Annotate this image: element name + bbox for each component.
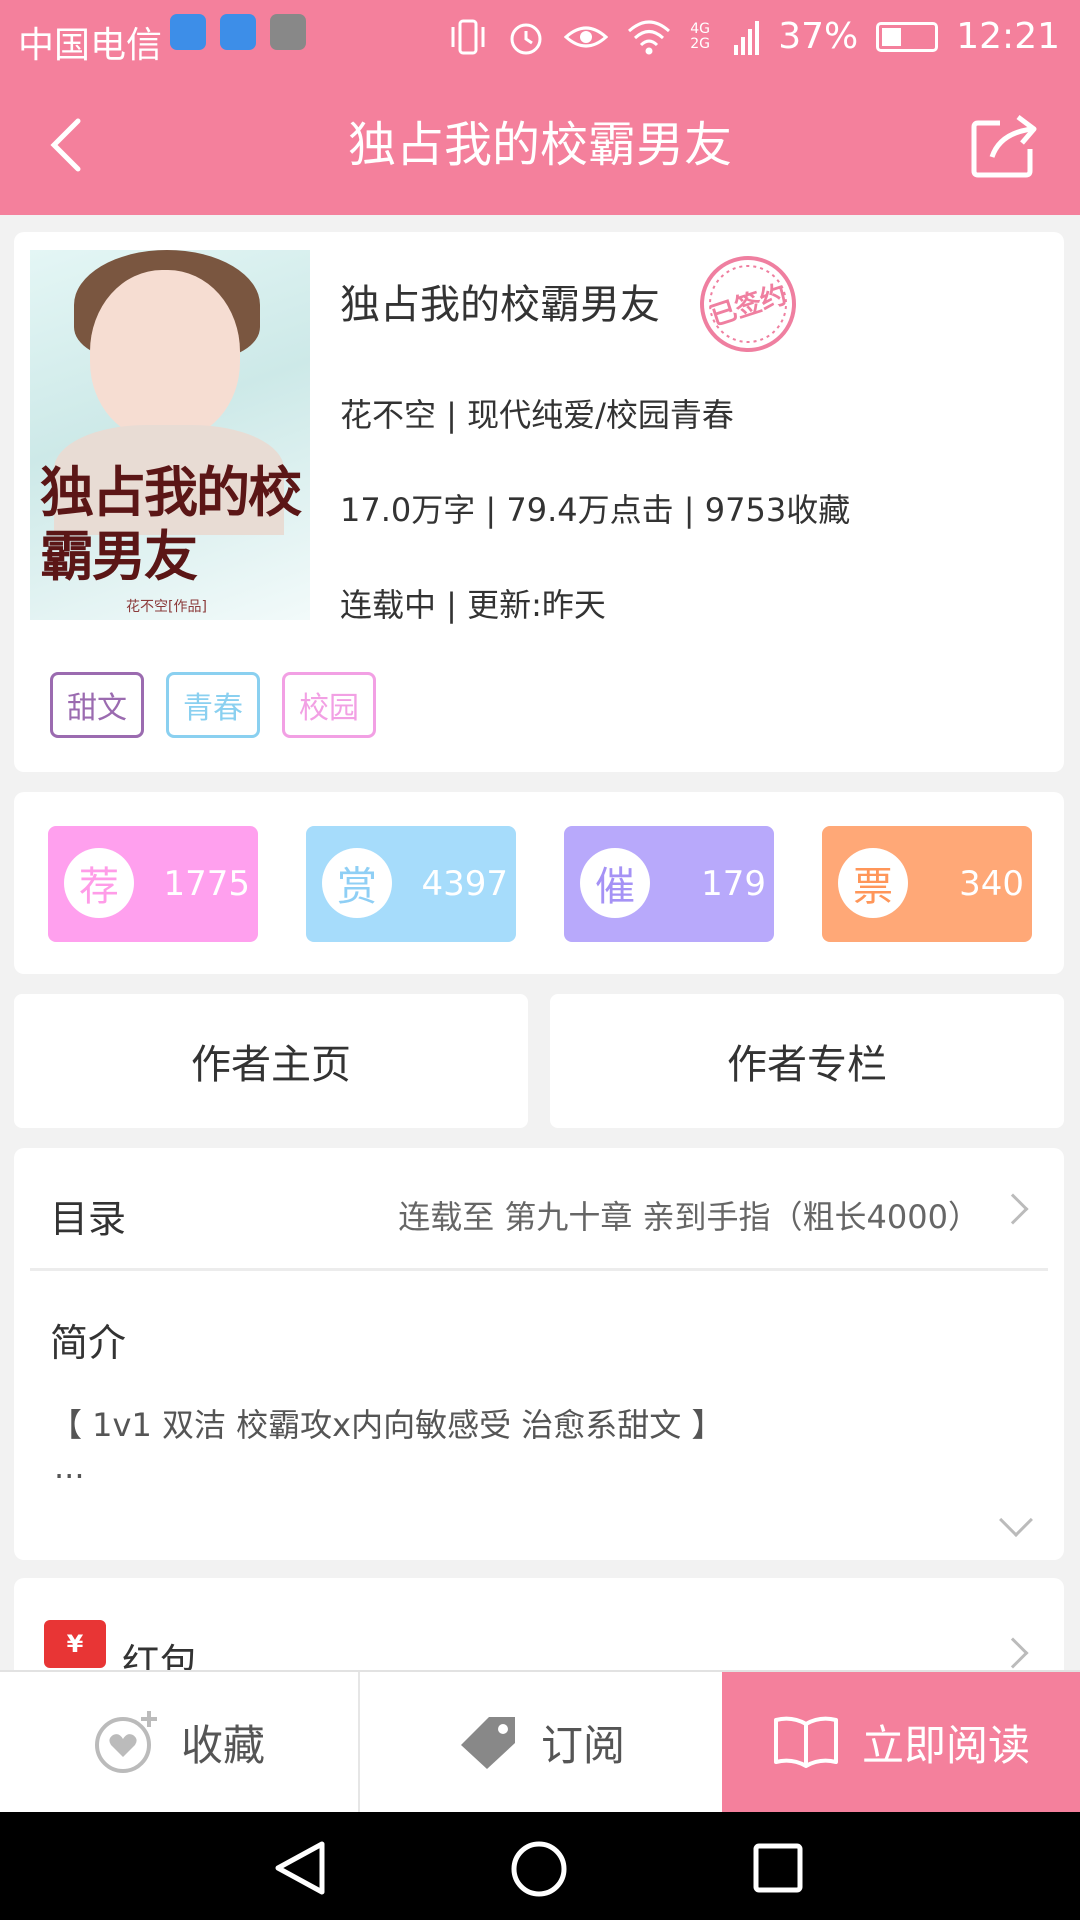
vote-button[interactable]: 票 340 [822, 826, 1032, 942]
chevron-right-icon [997, 1637, 1029, 1669]
page-title: 独占我的校霸男友 [347, 117, 732, 173]
signed-stamp-icon: 已签约 [700, 256, 796, 352]
book-info-card: 独占我的校霸男友 花不空[作品] 独占我的校霸男友 已签约 花不空 | 现代纯爱… [14, 232, 1064, 772]
tag-campus[interactable]: 校园 [282, 672, 376, 738]
vibrate-icon [451, 19, 485, 54]
favorite-button[interactable]: 收藏 [0, 1672, 358, 1812]
status-right: 4G 2G 37% 12:21 [448, 16, 1060, 57]
open-book-icon [773, 1716, 838, 1768]
chevron-right-icon [997, 1193, 1029, 1225]
signal-icon [734, 20, 760, 55]
app-notification-icon [220, 14, 256, 50]
reward-icon: 赏 [322, 848, 392, 918]
battery-icon [876, 21, 939, 52]
book-cover[interactable]: 独占我的校霸男友 花不空[作品] [30, 250, 310, 620]
red-packet-icon: ¥ [44, 1620, 106, 1668]
system-nav-bar [0, 1812, 1080, 1920]
favorite-label: 收藏 [180, 1720, 265, 1770]
toc-latest-chapter: 连载至 第九十章 亲到手指（粗长4000） [398, 1198, 980, 1236]
hotspot-icon [170, 14, 206, 50]
tag-youth[interactable]: 青春 [166, 672, 260, 738]
clock: 12:21 [956, 16, 1060, 57]
cover-art-face [90, 270, 240, 440]
status-bar: 中国电信 4G 2G 37% 12:21 [0, 0, 1080, 75]
tag-label: 甜文 [67, 691, 127, 726]
author-column-button[interactable]: 作者专栏 [550, 994, 1064, 1128]
intro-label: 简介 [50, 1321, 127, 1365]
cover-title: 独占我的校霸男友 [40, 460, 302, 588]
tag-label: 青春 [183, 691, 243, 726]
divider [30, 1268, 1048, 1271]
nav-back-icon[interactable] [272, 1840, 328, 1896]
tag-list: 甜文 青春 校园 [50, 672, 376, 738]
bottom-action-bar: 收藏 订阅 立即阅读 [0, 1670, 1080, 1812]
tag-label: 校园 [299, 691, 359, 726]
heart-plus-icon [94, 1711, 157, 1773]
vote-icon: 票 [838, 848, 908, 918]
alarm-icon [510, 23, 542, 54]
app-header: 独占我的校霸男友 [0, 75, 1080, 215]
vote-count: 340 [959, 864, 1024, 904]
gallery-icon [270, 14, 306, 50]
battery-level [882, 27, 902, 46]
cover-author: 花不空[作品] [126, 599, 207, 615]
nav-home-icon[interactable] [510, 1840, 568, 1898]
book-title: 独占我的校霸男友 [340, 282, 660, 328]
urge-icon: 催 [580, 848, 650, 918]
carrier-name: 中国电信 [18, 25, 163, 66]
recommend-icon: 荐 [64, 848, 134, 918]
battery-percent: 37% [778, 16, 859, 57]
intro-text: 【 1v1 双洁 校霸攻x内向敏感受 治愈系甜文 】 [50, 1406, 724, 1444]
network-type: 4G 2G [690, 20, 710, 52]
notification-icons [170, 14, 306, 50]
author-home-label: 作者主页 [191, 1042, 351, 1088]
toc-row[interactable]: 目录 连载至 第九十章 亲到手指（粗长4000） [14, 1148, 1064, 1268]
tag-sweet[interactable]: 甜文 [50, 672, 144, 738]
support-stats-card: 荐 1775 赏 4397 催 179 票 340 [14, 792, 1064, 974]
toc-intro-card: 目录 连载至 第九十章 亲到手指（粗长4000） 简介 【 1v1 双洁 校霸攻… [14, 1148, 1064, 1560]
serial-status: 连载中 | 更新:昨天 [340, 586, 606, 624]
book-stats: 17.0万字 | 79.4万点击 | 9753收藏 [340, 491, 851, 529]
tag-icon [460, 1717, 515, 1769]
author-column-label: 作者专栏 [727, 1042, 887, 1088]
nav-recents-icon[interactable] [752, 1842, 804, 1894]
reward-button[interactable]: 赏 4397 [306, 826, 516, 942]
share-icon[interactable] [970, 113, 1040, 179]
author-home-button[interactable]: 作者主页 [14, 994, 528, 1128]
subscribe-label: 订阅 [540, 1720, 625, 1770]
recommend-count: 1775 [163, 864, 250, 904]
intro-ellipsis: ... [54, 1448, 85, 1486]
toc-label: 目录 [50, 1197, 127, 1241]
author-category: 花不空 | 现代纯爱/校园青春 [340, 396, 734, 434]
eye-icon [564, 26, 609, 47]
urge-button[interactable]: 催 179 [564, 826, 774, 942]
recommend-button[interactable]: 荐 1775 [48, 826, 258, 942]
wifi-icon [628, 20, 671, 54]
subscribe-button[interactable]: 订阅 [360, 1672, 722, 1812]
signed-badge-text: 已签约 [707, 279, 791, 333]
urge-count: 179 [701, 864, 766, 904]
read-now-label: 立即阅读 [861, 1720, 1030, 1770]
read-now-button[interactable]: 立即阅读 [722, 1672, 1080, 1812]
reward-count: 4397 [421, 864, 508, 904]
expand-chevron-icon[interactable] [999, 1503, 1033, 1537]
